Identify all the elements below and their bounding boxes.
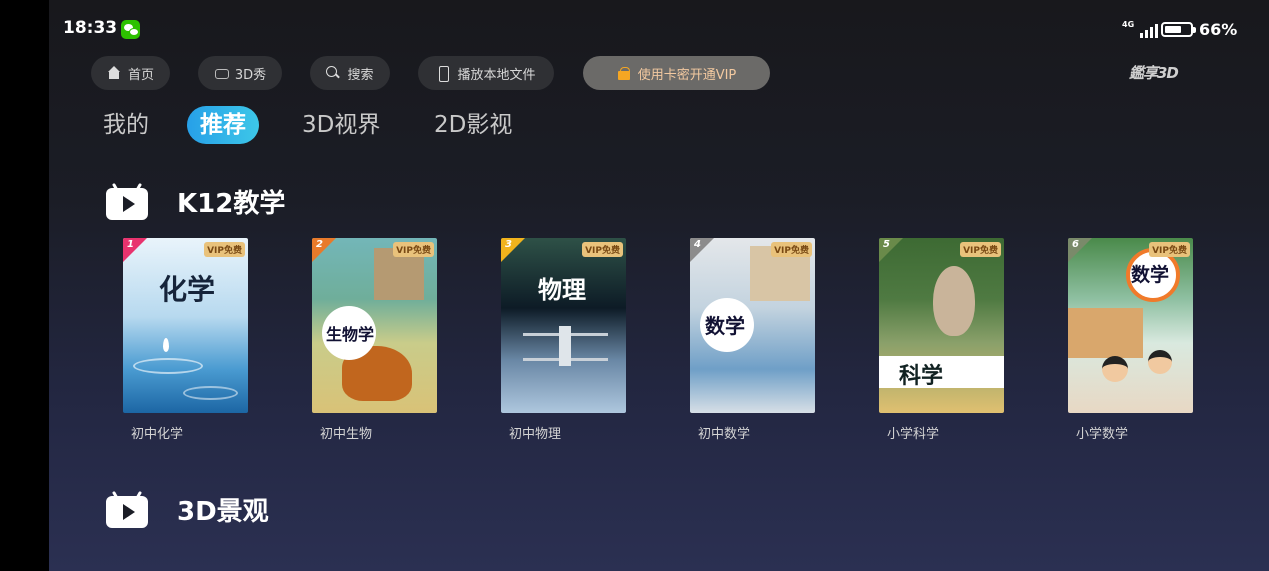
section-header-3d-landscape: 3D景观 bbox=[106, 490, 269, 528]
course-label: 初中物理 bbox=[509, 427, 562, 442]
vip-badge: VIP免费 bbox=[1149, 242, 1190, 257]
app-logo: 鑑享3D bbox=[1129, 64, 1179, 82]
vip-badge: VIP免费 bbox=[582, 242, 623, 257]
status-time: 18:33 bbox=[63, 18, 118, 38]
tab-2d-video[interactable]: 2D影视 bbox=[434, 106, 512, 144]
show3d-label: 3D秀 bbox=[234, 67, 267, 83]
wechat-icon bbox=[121, 20, 140, 39]
tv-play-icon bbox=[106, 182, 148, 220]
phone-icon bbox=[436, 66, 450, 82]
course-card-physics[interactable]: 物理 3 VIP免费 bbox=[501, 238, 626, 413]
battery-icon bbox=[1161, 22, 1196, 37]
play-local-file-label: 播放本地文件 bbox=[457, 67, 536, 83]
course-card-science[interactable]: 科学 5 VIP免费 bbox=[879, 238, 1004, 413]
rank-badge: 3 bbox=[501, 238, 525, 262]
course-card-biology[interactable]: 生物学 2 VIP免费 bbox=[312, 238, 437, 413]
vip-badge: VIP免费 bbox=[771, 242, 812, 257]
vip-badge: VIP免费 bbox=[393, 242, 434, 257]
show3d-button[interactable]: 3D秀 bbox=[198, 56, 282, 90]
cover-title: 生物学 bbox=[326, 325, 375, 344]
cover-title: 科学 bbox=[899, 363, 944, 389]
course-label: 初中数学 bbox=[698, 427, 751, 442]
course-label: 小学科学 bbox=[887, 427, 940, 442]
course-label: 小学数学 bbox=[1076, 427, 1129, 442]
rank-badge: 6 bbox=[1068, 238, 1092, 262]
signal-icon: 4G bbox=[1122, 20, 1158, 38]
play-local-file-button[interactable]: 播放本地文件 bbox=[418, 56, 554, 90]
search-button[interactable]: 搜索 bbox=[310, 56, 390, 90]
tv-play-icon bbox=[106, 490, 148, 528]
cover-title: 物理 bbox=[538, 275, 586, 304]
app-screen: 18:33 4G 66% 首页 3D秀 搜索 播放本地文件 使用卡密开通VIP … bbox=[49, 0, 1269, 571]
home-icon bbox=[107, 66, 121, 80]
rank-badge: 1 bbox=[123, 238, 147, 262]
course-card-chemistry[interactable]: 化学 1 VIP免费 bbox=[123, 238, 248, 413]
course-label: 初中生物 bbox=[320, 427, 373, 442]
tab-mine[interactable]: 我的 bbox=[103, 106, 149, 144]
cover-title: 数学 bbox=[705, 314, 745, 338]
tab-recommended[interactable]: 推荐 bbox=[187, 106, 259, 144]
battery-percent: 66% bbox=[1199, 20, 1238, 39]
vip-badge: VIP免费 bbox=[960, 242, 1001, 257]
vip-badge: VIP免费 bbox=[204, 242, 245, 257]
search-label: 搜索 bbox=[347, 67, 374, 83]
course-label: 初中化学 bbox=[131, 427, 184, 442]
rank-badge: 2 bbox=[312, 238, 336, 262]
gift-icon bbox=[617, 66, 631, 80]
vip-activate-button[interactable]: 使用卡密开通VIP bbox=[583, 56, 770, 90]
home-label: 首页 bbox=[127, 67, 154, 83]
search-icon bbox=[326, 66, 340, 80]
battery-level-fill bbox=[1165, 26, 1181, 33]
home-button[interactable]: 首页 bbox=[91, 56, 170, 90]
course-card-math-primary[interactable]: 数学 6 VIP免费 bbox=[1068, 238, 1193, 413]
section-title: 3D景观 bbox=[177, 497, 269, 527]
left-black-bar bbox=[0, 0, 49, 571]
vr-glasses-icon bbox=[214, 66, 229, 80]
rank-badge: 5 bbox=[879, 238, 903, 262]
cover-title: 数学 bbox=[1131, 264, 1170, 286]
section-header-k12: K12教学 bbox=[106, 182, 286, 220]
rank-badge: 4 bbox=[690, 238, 714, 262]
tab-3d-vision[interactable]: 3D视界 bbox=[302, 106, 380, 144]
network-type: 4G bbox=[1122, 20, 1135, 29]
vip-activate-label: 使用卡密开通VIP bbox=[637, 67, 737, 83]
section-title: K12教学 bbox=[177, 189, 286, 219]
course-card-math-junior[interactable]: 数学 4 VIP免费 bbox=[690, 238, 815, 413]
cover-title: 化学 bbox=[159, 273, 216, 306]
